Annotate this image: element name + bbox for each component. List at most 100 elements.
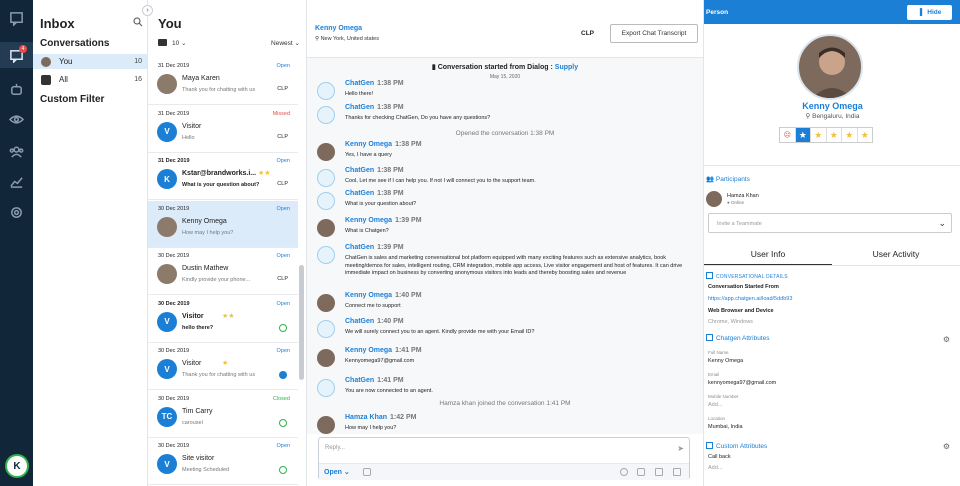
conversation-item[interactable]: 30 Dec 2019 Open V Visitor hello there? ★★ — [148, 295, 298, 343]
inbox-filter-all[interactable]: All 16 — [33, 72, 147, 87]
channel-label: CLP — [277, 276, 288, 282]
callback-value[interactable]: Add... — [708, 465, 722, 471]
collapse-panel-button[interactable]: › — [142, 5, 153, 16]
message-text: How may I help you? — [345, 425, 397, 431]
export-transcript-button[interactable]: Export Chat Transcript — [610, 24, 698, 43]
location-label: Location — [708, 416, 726, 421]
message-text: Kennyomega97@gmail.com — [345, 358, 415, 364]
reply-input[interactable]: Reply... — [325, 445, 345, 451]
star-icon[interactable]: ★ — [827, 128, 842, 142]
user-avatar[interactable]: K — [5, 454, 29, 478]
bot-avatar-icon — [317, 82, 335, 100]
star-icon[interactable]: ★ — [811, 128, 827, 142]
invite-teammate-select[interactable]: Invite a Teammate ⌄ — [708, 213, 952, 233]
contact-name[interactable]: Kenny Omega — [315, 25, 362, 32]
search-icon[interactable] — [133, 17, 143, 27]
message-text: We will surely connect you to an agent. … — [345, 329, 535, 335]
bot-avatar-icon — [317, 246, 335, 264]
location-value[interactable]: Mumbai, India — [708, 424, 743, 430]
status-badge: Open — [276, 348, 290, 354]
bot-icon[interactable] — [0, 76, 33, 102]
conversation-item[interactable]: 31 Dec 2019 Open Maya Karen Thank you for c… — [148, 58, 298, 105]
conversation-preview: Kindly provide your phone... — [182, 277, 251, 283]
list-toolbar: 10 ⌄ Newest ⌄ — [158, 38, 303, 50]
full-name-value[interactable]: Kenny Omega — [708, 358, 743, 364]
conversation-item[interactable]: 30 Dec 2019 Open V Visitor Thank you for cha… — [148, 343, 298, 390]
conversation-item[interactable]: 30 Dec 2019 Open Kenny Omega How may I help… — [148, 200, 298, 248]
tab-user-info[interactable]: User Info — [704, 249, 832, 259]
channel-label: CLP — [581, 30, 594, 37]
sort-select[interactable]: Newest ⌄ — [271, 39, 300, 47]
inbox-filter-you[interactable]: You 10 — [33, 54, 147, 69]
conversation-item[interactable]: 30 Dec 2019 Open V Site visitor Meeting Sche… — [148, 438, 298, 485]
status-badge: Open — [276, 63, 290, 69]
attachment-icon[interactable] — [363, 468, 371, 476]
filter-label: All — [59, 75, 68, 84]
calendar-icon[interactable] — [673, 468, 681, 476]
conversation-item[interactable]: 31 Dec 2019 Missed V Visitor Hello CLP — [148, 105, 298, 153]
logo-icon[interactable] — [0, 5, 33, 31]
avatar: V — [157, 311, 177, 332]
analytics-icon[interactable] — [0, 168, 33, 194]
conversation-name: Visitor — [182, 122, 202, 130]
bot-avatar-icon — [317, 106, 335, 124]
page-size-select[interactable]: 10 ⌄ — [172, 39, 187, 47]
conversation-item[interactable]: 31 Dec 2019 Open K Kstar@brandworks.i... Wha… — [148, 153, 298, 200]
contacts-icon[interactable] — [0, 138, 33, 164]
dislike-icon[interactable]: ☹ — [780, 128, 796, 142]
gear-icon[interactable]: ⚙ — [943, 442, 950, 451]
custom-filter-heading[interactable]: Custom Filter — [40, 94, 104, 105]
rating-stars: ★★ — [258, 170, 271, 177]
conversation-preview: Thank you for chatting with us — [182, 87, 256, 93]
paperclip-icon[interactable] — [637, 468, 645, 476]
message-time: 1:40 PM — [377, 318, 404, 325]
conversation-date: 30 Dec 2019 — [158, 348, 190, 354]
star-icon[interactable]: ★ — [858, 128, 873, 142]
system-event: Hamza khan joined the conversation 1:41 … — [439, 400, 571, 407]
status-badge: Open — [276, 158, 290, 164]
star-icon[interactable]: ★ — [795, 128, 811, 142]
message-sender: Kenny Omega 1:39 PM — [345, 217, 422, 224]
rating-stars: ★ — [222, 360, 229, 367]
mail-icon[interactable] — [158, 39, 167, 46]
list-scrollbar[interactable] — [299, 265, 304, 380]
dialog-link[interactable]: Supply — [555, 64, 578, 71]
gear-icon[interactable]: ⚙ — [943, 335, 950, 344]
settings-gear-icon[interactable] — [0, 199, 33, 225]
hide-button[interactable]: ▐ Hide — [907, 5, 952, 20]
rating-control[interactable]: ☹ ★ ★ ★ ★ ★ — [779, 127, 873, 143]
conversation-preview: Meeting Scheduled — [182, 467, 230, 473]
status-select[interactable]: Open ⌄ — [324, 468, 350, 476]
message-time: 1:38 PM — [377, 80, 404, 87]
started-from-url[interactable]: https://app.chatgen.ai/load/5ddb93 — [708, 296, 792, 302]
message-text: What is your question about? — [345, 201, 417, 207]
message-sender: Kenny Omega 1:38 PM — [345, 141, 422, 148]
eye-icon[interactable] — [0, 106, 33, 132]
emoji-icon[interactable] — [620, 468, 628, 476]
mobile-label: Mobile Number — [708, 394, 739, 399]
send-icon[interactable]: ➤ — [677, 444, 684, 453]
custom-attributes-heading: Custom Attributes — [706, 442, 767, 450]
message-text: Cool, Let me see if I can help you. If n… — [345, 178, 536, 184]
chat-header: Kenny Omega ⚲ New York, United states CL… — [307, 0, 703, 58]
tab-user-activity[interactable]: User Activity — [832, 249, 960, 259]
message-text: Hello there! — [345, 91, 374, 97]
bookmark-icon[interactable] — [655, 468, 663, 476]
conversation-item[interactable]: 30 Dec 2019 Closed TC Tim Carry carousel — [148, 390, 298, 438]
avatar — [157, 74, 177, 94]
user-avatar — [317, 294, 335, 312]
avatar: V — [157, 454, 177, 474]
inbox-title: Inbox — [40, 16, 75, 31]
email-value[interactable]: kennyomega97@gmail.com — [708, 380, 776, 386]
bot-avatar-icon — [317, 192, 335, 210]
conversation-item[interactable]: 30 Dec 2019 Open Dustin Mathew Kindly provi… — [148, 248, 298, 295]
star-icon[interactable]: ★ — [842, 128, 858, 142]
edit-icon — [706, 442, 713, 449]
contact-location: ⚲ New York, United states — [315, 36, 379, 42]
mobile-value[interactable]: Add... — [708, 402, 722, 408]
message-sender: ChatGen 1:38 PM — [345, 104, 404, 111]
dialog-icon: ▮ — [431, 64, 436, 71]
conversations-nav-icon[interactable]: 4 — [0, 42, 33, 68]
conversation-preview: Hello — [182, 134, 195, 141]
browser-label: Web Browser and Device — [708, 308, 774, 314]
